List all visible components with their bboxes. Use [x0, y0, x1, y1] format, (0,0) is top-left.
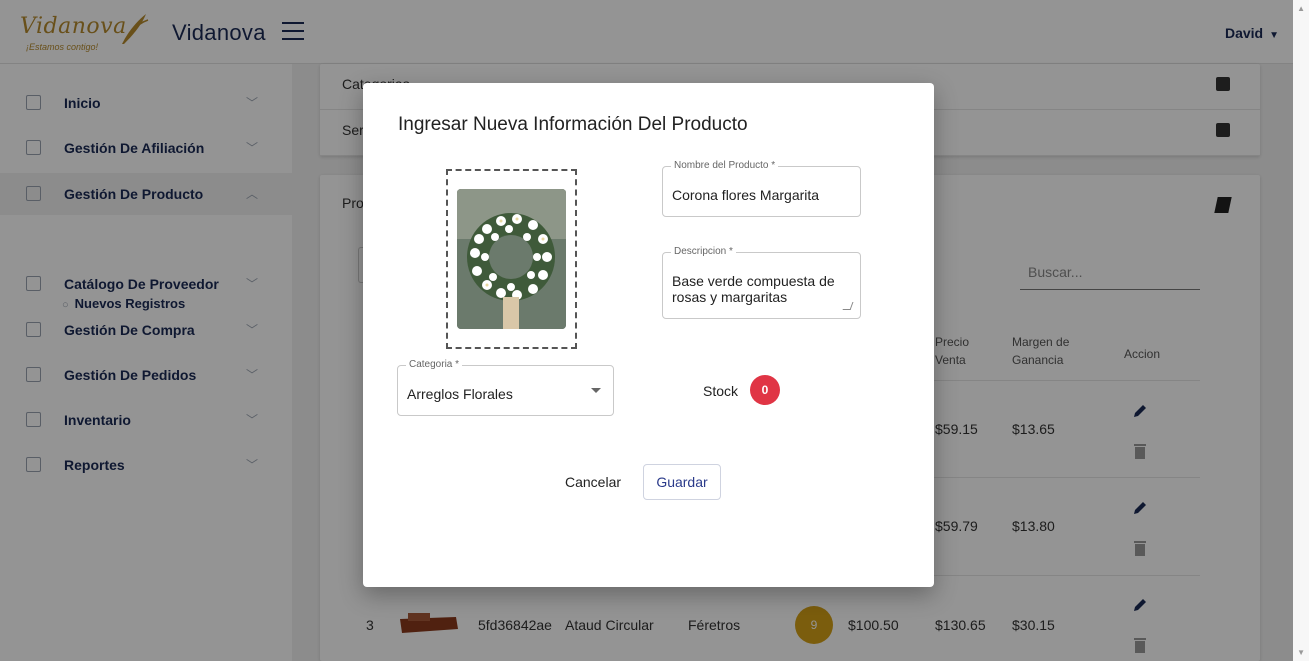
- description-field[interactable]: Descripcion * Base verde compuesta de ro…: [662, 246, 861, 319]
- category-label: Categoria *: [406, 359, 463, 370]
- product-name-label: Nombre del Producto *: [671, 160, 779, 171]
- description-value: Base verde compuesta de rosas y margarit…: [672, 273, 835, 305]
- new-product-dialog: Ingresar Nueva Información Del Producto: [363, 83, 934, 587]
- dialog-title: Ingresar Nueva Información Del Producto: [398, 114, 748, 135]
- product-image: [457, 189, 566, 329]
- stock-badge: 0: [750, 375, 780, 405]
- resize-handle-icon[interactable]: [842, 302, 854, 310]
- cancel-button[interactable]: Cancelar: [560, 465, 626, 499]
- stock-label: Stock: [703, 383, 739, 399]
- dropdown-arrow-icon: [591, 388, 601, 393]
- save-button[interactable]: Guardar: [643, 464, 721, 500]
- image-upload-box[interactable]: [446, 169, 577, 349]
- scroll-up-icon[interactable]: ▲: [1297, 4, 1305, 13]
- product-name-field[interactable]: Nombre del Producto * Corona flores Marg…: [662, 160, 861, 217]
- page-scrollbar[interactable]: ▲ ▼: [1293, 0, 1309, 661]
- category-select[interactable]: Categoria * Arreglos Florales: [397, 359, 614, 416]
- product-name-value: Corona flores Margarita: [672, 187, 820, 203]
- description-label: Descripcion *: [671, 246, 736, 257]
- wreath-image: [457, 189, 566, 329]
- category-value: Arreglos Florales: [407, 386, 513, 402]
- scroll-down-icon[interactable]: ▼: [1297, 648, 1305, 657]
